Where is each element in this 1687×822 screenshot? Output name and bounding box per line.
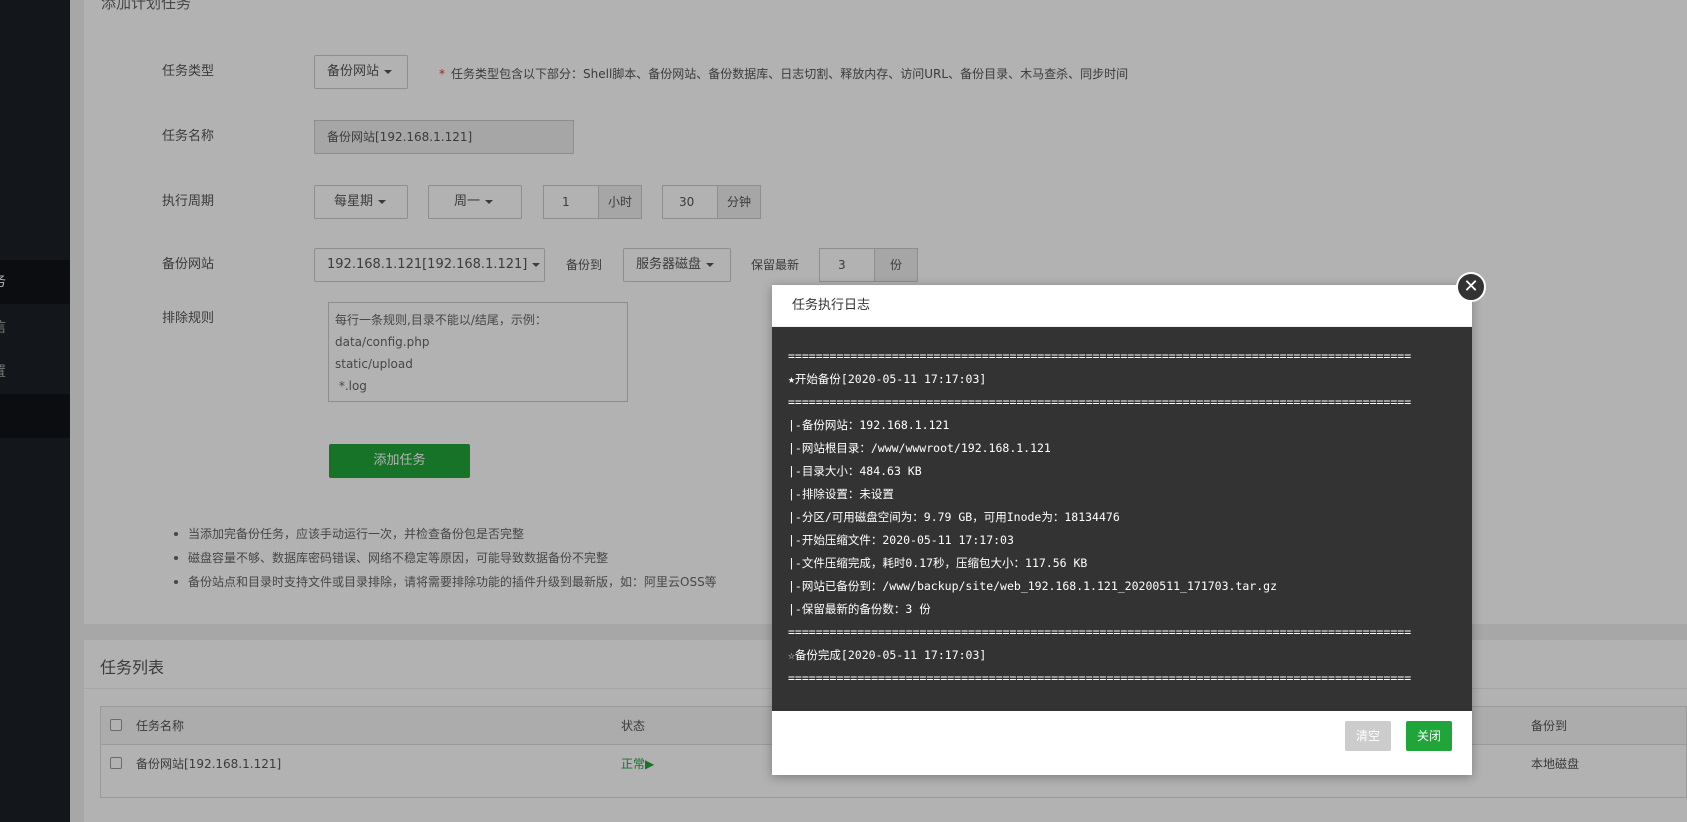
log-line: ★开始备份[2020-05-11 17:17:03] xyxy=(788,372,987,386)
log-line: |-排除设置：未设置 xyxy=(788,487,894,501)
modal-footer: 清空 关闭 xyxy=(772,711,1472,775)
log-line: ========================================… xyxy=(788,395,1412,409)
log-line: |-目录大小：484.63 KB xyxy=(788,464,922,478)
log-line: ========================================… xyxy=(788,349,1412,363)
log-line: |-网站根目录：/www/wwwroot/192.168.1.121 xyxy=(788,441,1051,455)
clear-button[interactable]: 清空 xyxy=(1345,721,1391,751)
log-line: |-网站已备份到：/www/backup/site/web_192.168.1.… xyxy=(788,579,1277,593)
log-line: ========================================… xyxy=(788,671,1412,685)
log-modal: 任务执行日志 =================================… xyxy=(772,285,1472,775)
modal-title: 任务执行日志 xyxy=(772,285,1472,327)
log-line: |-文件压缩完成，耗时0.17秒，压缩包大小：117.56 KB xyxy=(788,556,1088,570)
log-line: |-备份网站：192.168.1.121 xyxy=(788,418,950,432)
log-line: |-分区/可用磁盘空间为：9.79 GB，可用Inode为：18134476 xyxy=(788,510,1120,524)
log-content: ========================================… xyxy=(772,327,1472,711)
log-line: ☆备份完成[2020-05-11 17:17:03] xyxy=(788,648,987,662)
close-icon[interactable]: ✕ xyxy=(1456,272,1486,302)
log-line: |-保留最新的备份数：3 份 xyxy=(788,602,931,616)
log-line: |-开始压缩文件：2020-05-11 17:17:03 xyxy=(788,533,1014,547)
close-button[interactable]: 关闭 xyxy=(1406,721,1452,751)
log-line: ========================================… xyxy=(788,625,1412,639)
